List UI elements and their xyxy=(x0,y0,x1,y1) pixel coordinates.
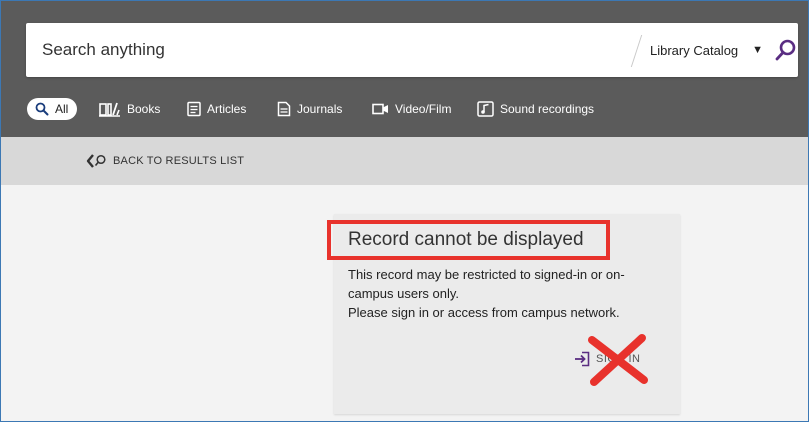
message-line: Please sign in or access from campus net… xyxy=(348,305,620,320)
search-tabs: All Books Articles Journals Video/Film S… xyxy=(1,97,808,121)
back-to-results-link[interactable]: BACK TO RESULTS LIST xyxy=(85,153,244,169)
search-icon xyxy=(35,102,49,116)
app-window: Library Catalog ▼ All xyxy=(0,0,809,422)
record-title: Record cannot be displayed xyxy=(348,229,584,250)
caret-down-icon: ▼ xyxy=(752,44,764,56)
music-note-icon xyxy=(477,101,494,117)
tab-video-film[interactable]: Video/Film xyxy=(372,97,451,121)
tab-articles[interactable]: Articles xyxy=(187,97,246,121)
tab-label: Books xyxy=(127,102,161,116)
message-line: campus users only. xyxy=(348,286,460,301)
tab-label: All xyxy=(55,102,69,116)
tab-label: Articles xyxy=(207,102,247,116)
video-camera-icon xyxy=(372,103,388,115)
back-link-label: BACK TO RESULTS LIST xyxy=(113,155,245,167)
red-x-mark-icon xyxy=(588,334,648,386)
header-bar: Library Catalog ▼ All xyxy=(1,1,808,137)
tab-label: Sound recordings xyxy=(500,102,595,116)
tab-journals[interactable]: Journals xyxy=(277,97,342,121)
message-line: This record may be restricted to signed-… xyxy=(348,267,625,282)
scope-dropdown[interactable]: Library Catalog ▼ xyxy=(650,41,763,59)
tab-label: Journals xyxy=(297,102,343,116)
scope-label: Library Catalog xyxy=(650,42,739,58)
journal-icon xyxy=(277,101,291,117)
search-bar: Library Catalog ▼ xyxy=(26,23,798,77)
tab-label: Video/Film xyxy=(395,102,452,116)
search-divider xyxy=(630,35,643,67)
search-input[interactable] xyxy=(42,39,602,61)
tab-books[interactable]: Books xyxy=(99,97,160,121)
results-nav-bar: BACK TO RESULTS LIST xyxy=(1,137,808,185)
book-icon xyxy=(99,102,120,117)
back-chevron-icon xyxy=(86,154,106,168)
tab-sound-recordings[interactable]: Sound recordings xyxy=(477,97,594,121)
record-message: This record may be restricted to signed-… xyxy=(348,265,668,322)
tab-all[interactable]: All xyxy=(27,98,78,120)
article-icon xyxy=(187,101,201,117)
search-icon[interactable] xyxy=(774,38,798,62)
